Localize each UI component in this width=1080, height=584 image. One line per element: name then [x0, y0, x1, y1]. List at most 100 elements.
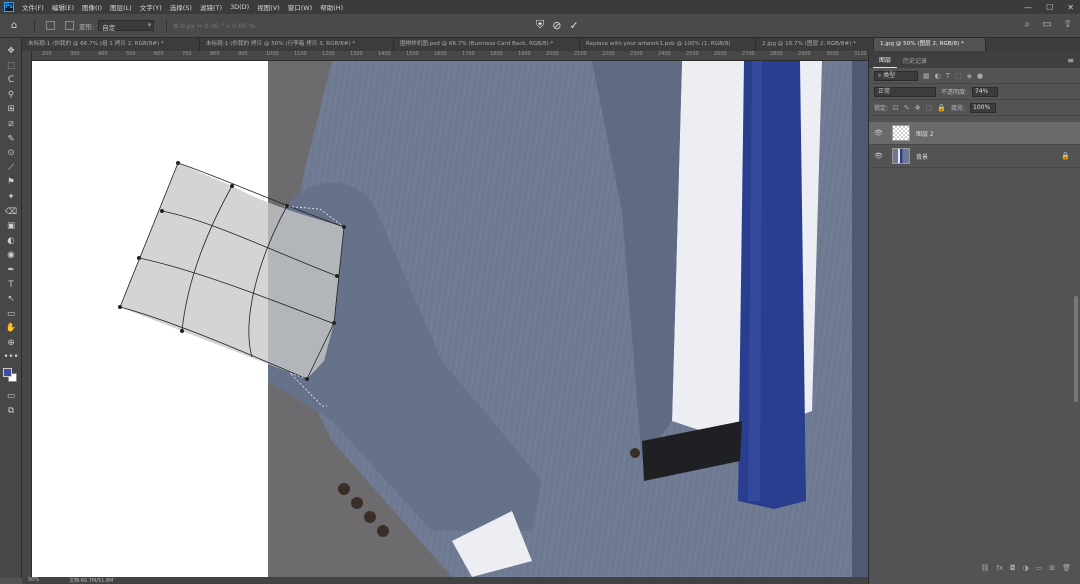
- lock-position-icon[interactable]: ✥: [915, 104, 921, 112]
- layer-style-icon[interactable]: fx: [996, 564, 1003, 572]
- ruler-tick-label: 3000: [826, 51, 839, 57]
- document-tab[interactable]: 未标题-1 (你我的 拷贝 @ 50% (行李箱 拷贝 3, RGB/8#) *: [200, 38, 394, 51]
- ruler-tick-label: 2600: [714, 51, 727, 57]
- type-filter-icon[interactable]: T: [946, 72, 950, 80]
- document-tab[interactable]: 2.jpg @ 16.7% (图层 2, RGB/8#) *: [756, 38, 874, 51]
- shape-filter-icon[interactable]: ⬚: [955, 72, 962, 80]
- menu-edit[interactable]: 编辑(E): [52, 2, 74, 12]
- pen-tool-icon[interactable]: ✒: [0, 263, 22, 278]
- close-icon[interactable]: ✕: [1067, 3, 1074, 12]
- add-mask-icon[interactable]: ◘: [1010, 564, 1016, 572]
- menu-select[interactable]: 选择(S): [170, 2, 192, 12]
- marquee-tool-icon[interactable]: ⬚: [0, 59, 22, 74]
- lock-all-icon[interactable]: 🔒: [937, 104, 946, 112]
- eyedropper-tool-icon[interactable]: ✎: [0, 132, 22, 147]
- layer-filter-row: ⌕ 类型 ▦ ◐ T ⬚ ◈ ●: [869, 68, 1080, 84]
- adjustment-filter-icon[interactable]: ◐: [935, 72, 941, 80]
- rectangle-tool-icon[interactable]: ▭: [0, 307, 22, 322]
- document-tab-active[interactable]: 1.jpg @ 50% (图层 2, RGB/8) *: [874, 38, 986, 51]
- document-info[interactable]: 文档:66.7M/51.8M: [69, 577, 113, 584]
- new-layer-icon[interactable]: ⊞: [1049, 564, 1055, 572]
- transform-mode-icon[interactable]: ⛨: [536, 18, 544, 32]
- panel-menu-icon[interactable]: ≡: [1067, 56, 1074, 68]
- zoom-level[interactable]: 50%: [28, 577, 39, 584]
- document-canvas[interactable]: [32, 61, 868, 577]
- menu-filter[interactable]: 滤镜(T): [200, 2, 222, 12]
- home-icon[interactable]: ⌂: [0, 20, 28, 31]
- opacity-input[interactable]: 74%: [972, 86, 999, 97]
- lock-transparent-icon[interactable]: ⊡: [893, 104, 899, 112]
- screen-mode-icon[interactable]: ⧉: [0, 404, 22, 419]
- layer-row-background[interactable]: 👁 背景 🔒: [869, 145, 1080, 168]
- minimize-icon[interactable]: —: [1024, 3, 1032, 12]
- lock-artboard-icon[interactable]: ⬚: [926, 104, 933, 112]
- horizontal-ruler: 200 300 400 500 600 700 800 900 1000 1100 1200 1300…: [32, 51, 868, 61]
- delete-layer-icon[interactable]: 🗑: [1062, 564, 1071, 572]
- layer-thumbnail: [892, 125, 910, 141]
- menu-3d[interactable]: 3D(D): [230, 3, 249, 11]
- document-tab[interactable]: Replace with your artwork1.psb @ 100% (1…: [580, 38, 756, 51]
- menu-layer[interactable]: 图层(L): [110, 2, 132, 12]
- menu-help[interactable]: 帮助(H): [320, 2, 343, 12]
- gradient-tool-icon[interactable]: ▣: [0, 219, 22, 234]
- fill-input[interactable]: 100%: [970, 102, 997, 113]
- menu-file[interactable]: 文件(F): [22, 2, 44, 12]
- tab-history[interactable]: 历史记录: [897, 56, 933, 68]
- new-group-icon[interactable]: ▭: [1036, 564, 1043, 572]
- warp-transform-overlay[interactable]: [32, 61, 868, 577]
- visibility-eye-icon[interactable]: 👁: [874, 152, 886, 160]
- link-layers-icon[interactable]: ⛓: [980, 564, 989, 572]
- menu-type[interactable]: 文字(Y): [140, 2, 162, 12]
- more-tools-icon[interactable]: •••: [0, 350, 22, 365]
- quick-mask-icon[interactable]: ▭: [0, 389, 22, 404]
- workspace-icon[interactable]: ▭: [1042, 19, 1051, 30]
- reference-point-checkbox[interactable]: [46, 21, 55, 30]
- layer-row-layer2[interactable]: 👁 图层 2: [869, 122, 1080, 145]
- lock-pixels-icon[interactable]: ✎: [904, 104, 910, 112]
- crop-tool-icon[interactable]: ⊞: [0, 102, 22, 117]
- share-icon[interactable]: ⇪: [1064, 19, 1072, 30]
- status-bar: 50% 文档:66.7M/51.8M: [22, 577, 868, 584]
- panel-scrollbar[interactable]: [1074, 296, 1078, 402]
- lock-label: 锁定:: [874, 105, 889, 112]
- foreground-color-swatch[interactable]: [3, 368, 12, 378]
- adjustment-layer-icon[interactable]: ◑: [1023, 564, 1029, 572]
- path-selection-tool-icon[interactable]: ↖: [0, 292, 22, 307]
- dodge-tool-icon[interactable]: ◉: [0, 248, 22, 263]
- transform-actions: ⛨ ⊘ ✓: [536, 18, 579, 32]
- document-tab[interactable]: 围棋样机图.psd @ 66.7% (Business Card Back, R…: [394, 38, 580, 51]
- ruler-tick-label: 3100: [854, 51, 867, 57]
- filter-toggle-icon[interactable]: ●: [977, 72, 983, 80]
- quick-select-tool-icon[interactable]: ⚲: [0, 88, 22, 103]
- healing-brush-tool-icon[interactable]: ⊙: [0, 146, 22, 161]
- layer-filter-select[interactable]: ⌕ 类型: [874, 70, 918, 81]
- warp-select[interactable]: 自定: [98, 20, 155, 32]
- lasso-tool-icon[interactable]: ᑕ: [0, 73, 22, 88]
- layer-name[interactable]: 背景: [916, 152, 928, 161]
- commit-transform-icon[interactable]: ✓: [569, 19, 578, 32]
- blend-mode-select[interactable]: 正常: [874, 86, 936, 97]
- menu-window[interactable]: 窗口(W): [288, 2, 313, 12]
- cancel-transform-icon[interactable]: ⊘: [552, 19, 561, 32]
- document-tab[interactable]: 未标题-1 (你我的 @ 66.7% (组 1 拷贝 2, RGB/8#) *: [22, 38, 200, 51]
- eraser-tool-icon[interactable]: ⌫: [0, 205, 22, 220]
- brush-tool-icon[interactable]: ⟋: [0, 161, 22, 176]
- hand-tool-icon[interactable]: ✋: [0, 321, 22, 336]
- history-brush-tool-icon[interactable]: ✦: [0, 190, 22, 205]
- menu-view[interactable]: 视图(V): [257, 2, 280, 12]
- visibility-eye-icon[interactable]: 👁: [874, 129, 886, 137]
- layer-name[interactable]: 图层 2: [916, 129, 934, 138]
- tab-layers[interactable]: 图层: [873, 55, 898, 68]
- grid-toggle[interactable]: [65, 21, 74, 30]
- clone-stamp-tool-icon[interactable]: ⚑: [0, 175, 22, 190]
- maximize-icon[interactable]: ☐: [1046, 3, 1053, 12]
- menu-image[interactable]: 图像(I): [82, 2, 102, 12]
- blur-tool-icon[interactable]: ◐: [0, 234, 22, 249]
- pixel-filter-icon[interactable]: ▦: [923, 72, 930, 80]
- smart-object-filter-icon[interactable]: ◈: [967, 72, 972, 80]
- move-tool-icon[interactable]: ✥: [0, 44, 22, 59]
- type-tool-icon[interactable]: T: [0, 278, 22, 293]
- search-icon[interactable]: ⌕: [1025, 19, 1031, 30]
- frame-tool-icon[interactable]: ⧄: [0, 117, 22, 132]
- zoom-tool-icon[interactable]: ⊕: [0, 336, 22, 351]
